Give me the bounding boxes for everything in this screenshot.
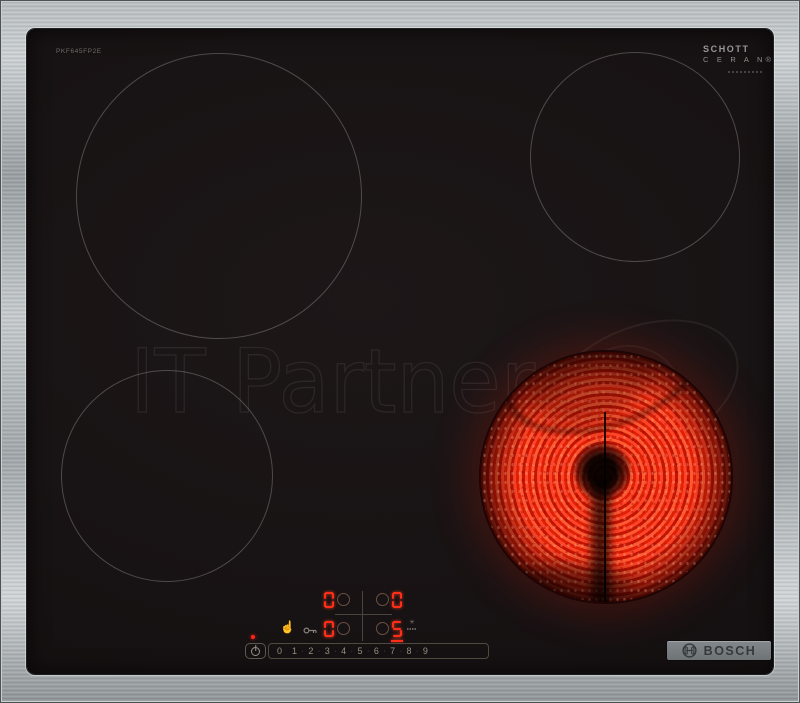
slider-level-4[interactable]: 4 xyxy=(341,646,346,656)
selected-zone-underline xyxy=(391,640,403,642)
display-rear-left-power[interactable] xyxy=(324,592,334,608)
slider-separator: · xyxy=(399,647,403,655)
slider-level-5[interactable]: 5 xyxy=(357,646,362,656)
zone-select-rear-left[interactable] xyxy=(337,593,350,606)
display-front-right-power[interactable] xyxy=(392,621,402,637)
burner-bottom-shadow xyxy=(511,564,631,602)
slider-separator: · xyxy=(350,647,353,655)
touch-control-panel: ☝ ✳ 0 1 · 2 · 3 · 4 · 5 · 6 · 7 · 8 · 9 xyxy=(240,585,500,665)
cooking-zone-rear-left xyxy=(76,53,362,339)
slider-separator: · xyxy=(416,647,419,655)
slider-separator: · xyxy=(317,647,321,655)
bosch-logo-text: BOSCH xyxy=(703,643,757,658)
zone-select-rear-right[interactable] xyxy=(376,593,389,606)
key-lock-icon[interactable] xyxy=(303,626,318,635)
slider-separator: · xyxy=(366,647,370,655)
ceran-line: C E R A N® xyxy=(703,55,775,65)
red-dot-indicator xyxy=(251,635,255,639)
slider-level-8[interactable]: 8 xyxy=(407,646,412,656)
slider-level-0[interactable]: 0 xyxy=(277,646,282,656)
slider-level-9[interactable]: 9 xyxy=(423,646,428,656)
model-code-print: PKF645FP2E xyxy=(56,48,102,55)
slider-separator: · xyxy=(383,647,386,655)
function-marker-label xyxy=(407,628,417,630)
cooking-zone-front-right-active xyxy=(479,350,733,604)
zone-select-front-right[interactable] xyxy=(376,622,389,635)
slider-level-1[interactable]: 1 xyxy=(292,646,297,656)
slider-separator: · xyxy=(301,647,304,655)
bosch-badge: BOSCH xyxy=(667,641,771,660)
power-button[interactable] xyxy=(245,643,266,659)
fine-print-line xyxy=(728,71,762,73)
touch-hand-icon: ☝ xyxy=(280,620,295,634)
slider-level-3[interactable]: 3 xyxy=(325,646,330,656)
power-standby-icon xyxy=(251,646,260,656)
schott-line: SCHOTT xyxy=(703,44,750,54)
zone-select-front-left[interactable] xyxy=(337,622,350,635)
schott-ceran-print: SCHOTT C E R A N® xyxy=(703,44,774,65)
zone-map-divider-horizontal xyxy=(335,614,392,615)
slider-level-6[interactable]: 6 xyxy=(374,646,379,656)
power-level-slider[interactable]: 0 1 · 2 · 3 · 4 · 5 · 6 · 7 · 8 · 9 xyxy=(268,643,489,659)
cooking-zone-front-left xyxy=(61,370,273,582)
slider-level-7[interactable]: 7 xyxy=(390,646,395,656)
product-photo-bosch-hob: { "branding": { "model_code": "PKF645FP2… xyxy=(0,0,800,703)
slider-level-2[interactable]: 2 xyxy=(308,646,313,656)
bosch-armature-icon xyxy=(682,643,697,658)
display-front-left-power[interactable] xyxy=(324,621,334,637)
slider-separator: · xyxy=(334,647,337,655)
display-rear-right-power[interactable] xyxy=(392,592,402,608)
function-marker[interactable]: ✳ xyxy=(406,620,418,630)
zone-map-divider-vertical xyxy=(362,591,363,641)
cooking-zone-rear-right xyxy=(530,52,740,262)
function-marker-icon: ✳ xyxy=(409,620,415,626)
